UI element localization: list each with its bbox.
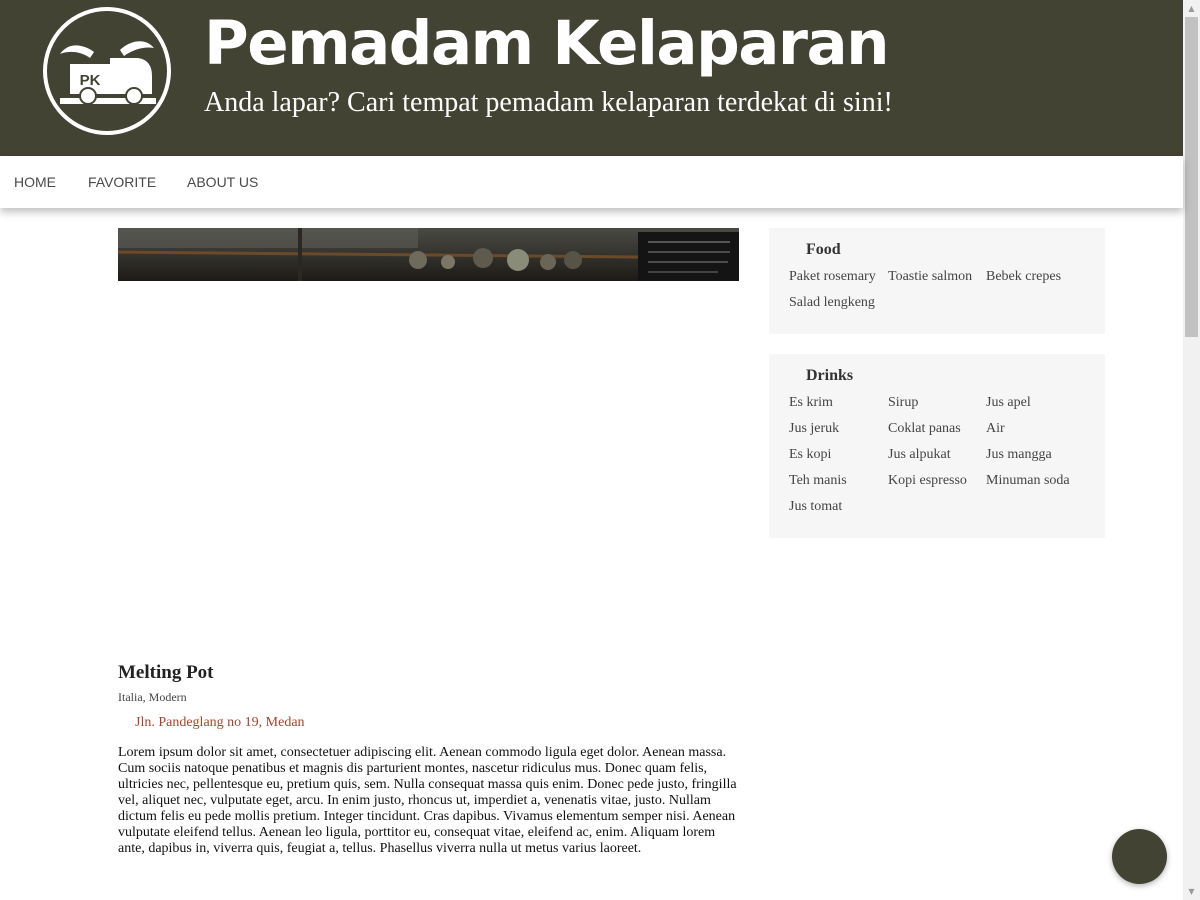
food-item[interactable]: Salad lengkeng <box>789 294 888 312</box>
scroll-up-icon[interactable]: ▲ <box>1183 0 1200 17</box>
truck-logo-icon[interactable]: PK <box>42 6 172 136</box>
nav-home[interactable]: HOME <box>14 156 56 208</box>
drinks-title: Drinks <box>806 367 854 384</box>
logo-text: PK <box>80 72 101 89</box>
food-list: Paket rosemary Toastie salmon Bebek crep… <box>789 268 1085 312</box>
site-title: Pemadam Kelaparan <box>204 8 890 79</box>
drink-item[interactable]: Coklat panas <box>888 420 986 438</box>
scroll-thumb[interactable] <box>1185 17 1198 337</box>
place-tag: Modern <box>148 690 187 704</box>
drink-item[interactable]: Air <box>986 420 1085 438</box>
place-address: Jln. Pandeglang no 19, Medan <box>135 715 305 730</box>
drink-item[interactable]: Jus tomat <box>789 498 888 516</box>
place-tags: Italia, Modern <box>118 690 187 704</box>
drink-item[interactable]: Kopi espresso <box>888 472 986 490</box>
site-tagline: Anda lapar? Cari tempat pemadam kelapara… <box>204 87 893 118</box>
nav-favorite[interactable]: FAVORITE <box>88 156 156 208</box>
nav-about-us[interactable]: ABOUT US <box>187 156 258 208</box>
place-description: Lorem ipsum dolor sit amet, consectetuer… <box>118 745 737 856</box>
food-item[interactable]: Paket rosemary <box>789 268 888 286</box>
page-scrollbar[interactable]: ▲ ▼ <box>1183 0 1200 900</box>
food-panel: Food Paket rosemary Toastie salmon Bebek… <box>769 228 1105 334</box>
drink-item[interactable]: Es kopi <box>789 446 888 464</box>
place-name: Melting Pot <box>118 662 214 683</box>
site-header: PK Pemadam Kelaparan Anda lapar? Cari te… <box>0 0 1183 156</box>
food-title: Food <box>806 241 841 258</box>
drink-item[interactable]: Sirup <box>888 394 986 412</box>
drink-item[interactable]: Jus alpukat <box>888 446 986 464</box>
drink-item[interactable]: Minuman soda <box>986 472 1085 490</box>
drink-item[interactable]: Es krim <box>789 394 888 412</box>
drink-item[interactable]: Teh manis <box>789 472 888 490</box>
drinks-list: Es krim Sirup Jus apel Jus jeruk Coklat … <box>789 394 1085 516</box>
main-nav: HOME FAVORITE ABOUT US <box>0 156 1183 208</box>
restaurant-photo <box>118 228 739 281</box>
scroll-down-icon[interactable]: ▼ <box>1183 883 1200 900</box>
floating-action-button[interactable] <box>1112 829 1167 884</box>
drink-item[interactable]: Jus jeruk <box>789 420 888 438</box>
drink-item[interactable]: Jus mangga <box>986 446 1085 464</box>
food-item[interactable]: Toastie salmon <box>888 268 986 286</box>
drink-item[interactable]: Jus apel <box>986 394 1085 412</box>
food-item[interactable]: Bebek crepes <box>986 268 1085 286</box>
place-tag: Italia <box>118 690 143 704</box>
drinks-panel: Drinks Es krim Sirup Jus apel Jus jeruk … <box>769 354 1105 538</box>
